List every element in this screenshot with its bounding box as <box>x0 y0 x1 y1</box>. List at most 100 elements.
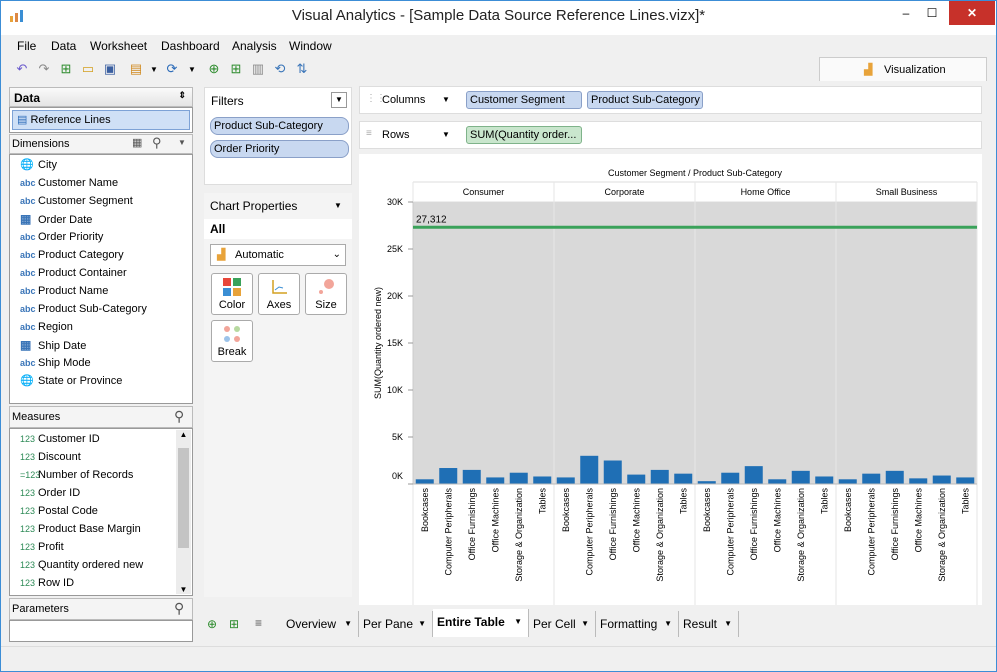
filter-pill[interactable]: Order Priority <box>210 140 349 158</box>
scroll-up-icon[interactable]: ▲ <box>176 430 191 439</box>
duplicate-sheet-icon[interactable]: ⊞ <box>227 60 245 78</box>
dimension-item[interactable]: 🌐 State or Province <box>20 372 122 390</box>
columns-shelf[interactable]: ⋮⋮ Columns ▼ Customer Segment Product Su… <box>359 86 982 114</box>
break-card[interactable]: Break <box>211 320 253 362</box>
columns-pill[interactable]: Product Sub-Category <box>587 91 703 109</box>
measure-item[interactable]: 123 Postal Code <box>20 502 98 520</box>
dimension-item[interactable]: abc Product Name <box>20 282 108 300</box>
visualization-tab[interactable]: ▟ Visualization <box>819 57 987 81</box>
dropdown-arrow-icon[interactable]: ▼ <box>331 92 347 108</box>
measure-item[interactable]: 123 Product Base Margin <box>20 520 141 538</box>
search-icon[interactable]: ⚲ <box>174 600 184 617</box>
menu-analysis[interactable]: Analysis <box>232 39 277 53</box>
status-bar <box>1 646 996 671</box>
tab-entire-table[interactable]: Entire Table ▼ <box>433 609 529 637</box>
tab-label: Formatting <box>600 617 658 631</box>
new-worksheet-icon[interactable]: ⊞ <box>57 60 75 78</box>
open-folder-icon[interactable]: ▭ <box>79 60 97 78</box>
scrollbar-thumb[interactable] <box>178 448 189 548</box>
refresh-icon[interactable]: ⟳ <box>163 60 181 78</box>
menu-window[interactable]: Window <box>289 39 332 53</box>
filter-pill[interactable]: Product Sub-Category <box>210 117 349 135</box>
dimension-item[interactable]: abc Product Category <box>20 246 124 264</box>
dimension-item[interactable]: abc Product Container <box>20 264 127 282</box>
dropdown-arrow-icon[interactable]: ▼ <box>334 201 342 210</box>
measure-item[interactable]: 123 Customer ID <box>20 430 100 448</box>
measure-item[interactable]: 123 Row ID <box>20 574 74 592</box>
measures-list: 123 Customer ID 123 Discount =123Number of R… <box>9 428 193 596</box>
dropdown-arrow-icon[interactable]: ▼ <box>581 611 589 637</box>
duplicate-sheet-icon[interactable]: ⊞ <box>229 617 239 631</box>
dimension-item[interactable]: ▦ Ship Date <box>20 336 86 354</box>
clear-sheet-icon[interactable]: ⟲ <box>271 60 289 78</box>
dropdown-arrow-icon[interactable]: ▼ <box>418 611 426 637</box>
dropdown-arrow-icon[interactable]: ▼ <box>344 611 352 637</box>
undo-icon[interactable]: ↶ <box>13 60 31 78</box>
sort-icon[interactable]: ⇅ <box>293 60 311 78</box>
dimension-item[interactable]: abc Ship Mode <box>20 354 91 372</box>
tab-overview[interactable]: Overview ▼ <box>282 611 359 637</box>
data-source-item[interactable]: ▤ Reference Lines <box>12 110 190 130</box>
save-icon[interactable]: ▣ <box>101 60 119 78</box>
menu-file[interactable]: File <box>17 39 36 53</box>
dimension-item[interactable]: abc Order Priority <box>20 228 103 246</box>
menu-dashboard[interactable]: Dashboard <box>161 39 220 53</box>
search-icon[interactable]: ⚲ <box>174 408 184 425</box>
dropdown-arrow-icon[interactable]: ▼ <box>664 611 672 637</box>
add-sheet-icon[interactable]: ⊕ <box>207 617 217 631</box>
y-tick-label: 10K <box>387 385 403 395</box>
dimension-item[interactable]: abc Customer Segment <box>20 192 133 210</box>
redo-icon[interactable]: ↷ <box>35 60 53 78</box>
color-card-label: Color <box>218 299 246 311</box>
dropdown-arrow-icon[interactable]: ▼ <box>724 611 732 637</box>
mark-type-select[interactable]: ▟ Automatic ⌄ <box>210 244 346 266</box>
measure-item[interactable]: 123 Profit <box>20 538 64 556</box>
sort-toggle-icon[interactable]: ⇕ <box>178 90 186 101</box>
list-sheets-icon[interactable]: ≡ <box>255 616 262 630</box>
dropdown-arrow-icon[interactable]: ▼ <box>442 95 450 104</box>
bar <box>486 477 505 484</box>
dropdown-arrow-icon[interactable]: ▼ <box>442 130 450 139</box>
measure-item[interactable]: =123Number of Records <box>20 466 133 484</box>
dimension-item[interactable]: 🌐 City <box>20 156 57 174</box>
size-card[interactable]: Size <box>305 273 347 315</box>
measure-item[interactable]: 123 Discount <box>20 448 81 466</box>
dropdown-arrow-icon[interactable]: ▼ <box>514 609 522 635</box>
tab-per-pane[interactable]: Per Pane ▼ <box>359 611 433 637</box>
scope-all[interactable]: All <box>204 219 352 239</box>
table-view-icon[interactable]: ▦ <box>132 136 142 149</box>
data-source-icon[interactable]: ▤ <box>127 60 145 78</box>
tab-formatting[interactable]: Formatting ▼ <box>596 611 679 637</box>
measure-item[interactable]: 123 Order ID <box>20 484 80 502</box>
dimension-item[interactable]: abc Customer Name <box>20 174 118 192</box>
columns-pill[interactable]: Customer Segment <box>466 91 582 109</box>
color-card[interactable]: Color <box>211 273 253 315</box>
maximize-button[interactable]: ☐ <box>915 1 949 25</box>
menu-worksheet[interactable]: Worksheet <box>90 39 147 53</box>
search-icon[interactable]: ⚲ <box>152 135 162 151</box>
axes-card[interactable]: Axes <box>258 273 300 315</box>
add-sheet-icon[interactable]: ⊕ <box>205 60 223 78</box>
number-field-icon: 123 <box>20 452 36 462</box>
bar <box>956 477 975 484</box>
rows-pill[interactable]: SUM(Quantity order... <box>466 126 582 144</box>
tab-per-cell[interactable]: Per Cell ▼ <box>529 611 596 637</box>
bar-chart-icon[interactable]: ▥ <box>249 60 267 78</box>
dropdown-arrow-icon[interactable]: ▼ <box>183 60 201 78</box>
calculated-measure-icon: =123 <box>20 470 41 480</box>
dropdown-arrow-icon[interactable]: ▼ <box>145 60 163 78</box>
visualization-icon: ▟ <box>864 64 873 76</box>
close-button[interactable]: ✕ <box>949 1 995 25</box>
dimension-item[interactable]: abc Region <box>20 318 73 336</box>
dimension-item[interactable]: ▦ Order Date <box>20 210 92 228</box>
scroll-down-icon[interactable]: ▼ <box>176 585 191 594</box>
menu-data[interactable]: Data <box>51 39 76 53</box>
rows-shelf[interactable]: ≡ Rows ▼ SUM(Quantity order... <box>359 121 982 149</box>
dropdown-arrow-icon[interactable]: ▼ <box>178 138 186 147</box>
tab-result[interactable]: Result ▼ <box>679 611 739 637</box>
bar <box>533 476 552 484</box>
measures-scrollbar[interactable]: ▲ ▼ <box>176 430 191 594</box>
pane-background <box>413 202 554 484</box>
measure-item[interactable]: 123 Quantity ordered new <box>20 556 143 574</box>
dimension-item[interactable]: abc Product Sub-Category <box>20 300 147 318</box>
